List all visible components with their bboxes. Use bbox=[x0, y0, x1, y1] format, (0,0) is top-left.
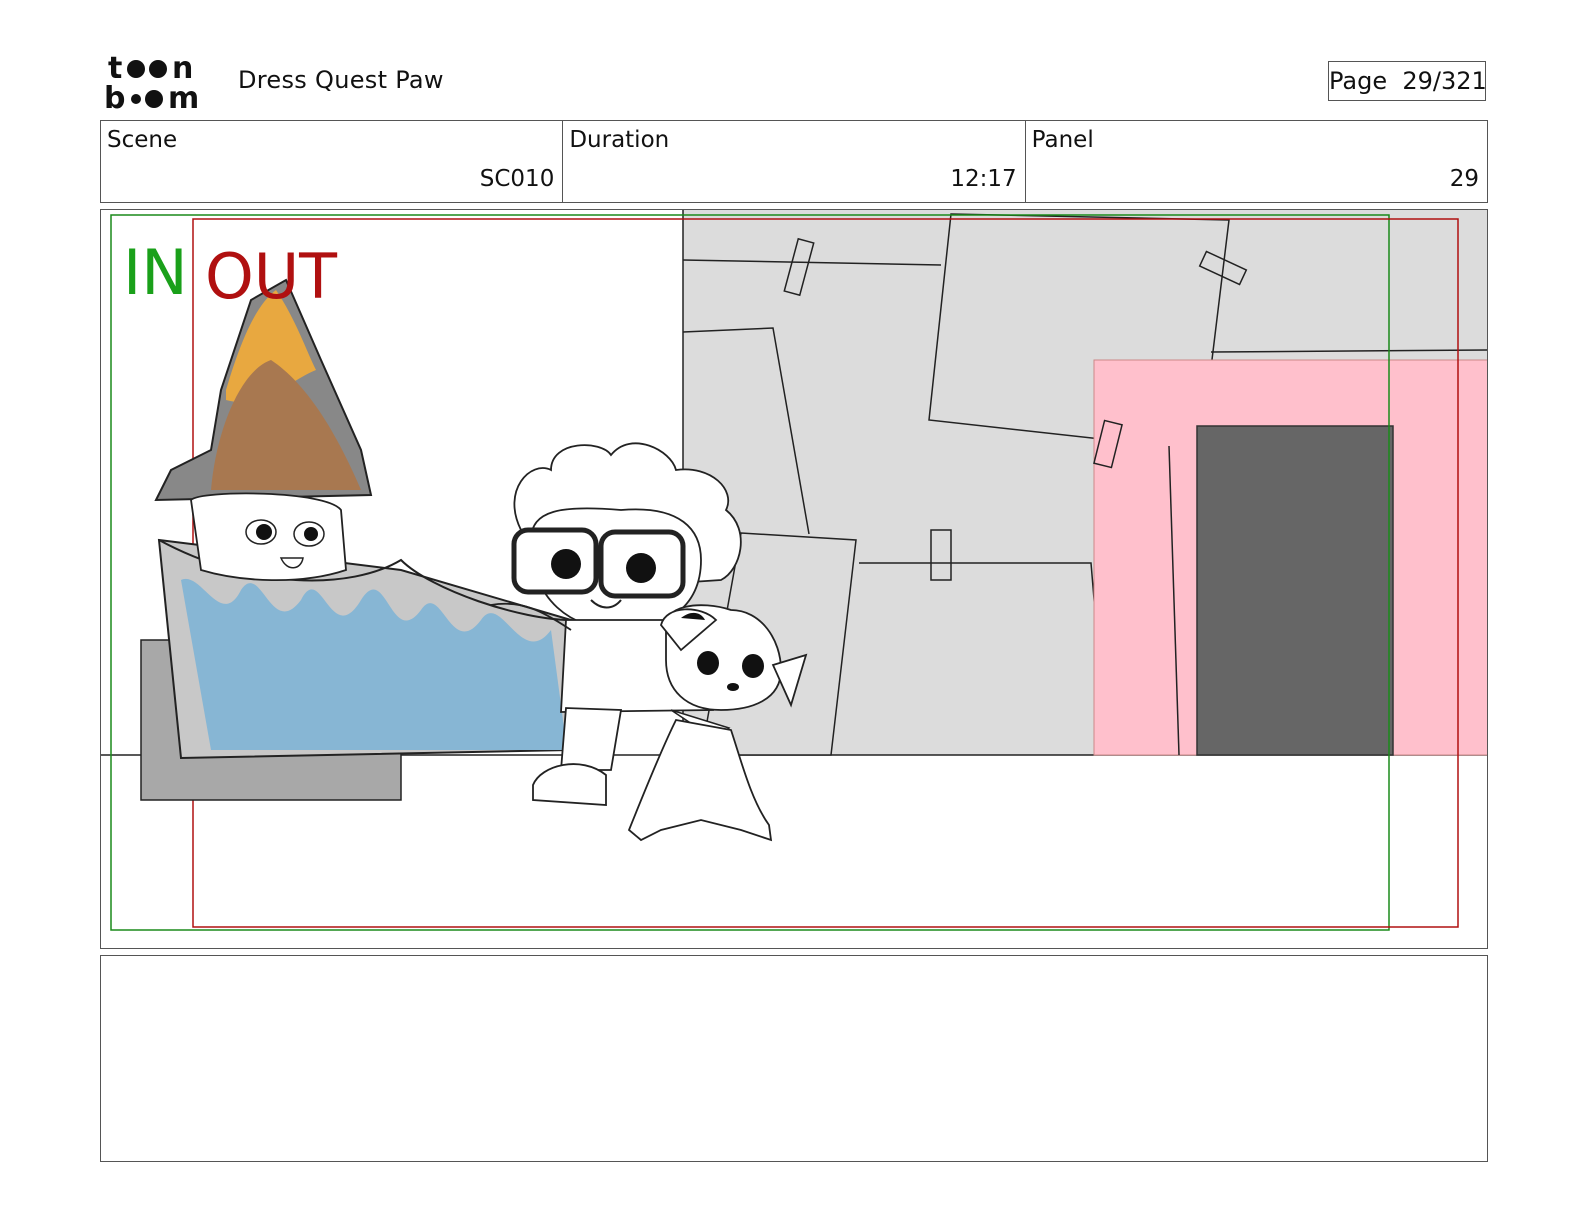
svg-text:m: m bbox=[168, 81, 199, 112]
dark-door bbox=[1196, 425, 1394, 756]
scene-label: Scene bbox=[107, 127, 178, 153]
panel-cell: Panel 29 bbox=[1026, 121, 1487, 202]
out-label: OUT bbox=[205, 240, 338, 313]
panel-label: Panel bbox=[1031, 127, 1094, 153]
project-title: Dress Quest Paw bbox=[238, 66, 444, 94]
duration-value: 12:17 bbox=[950, 166, 1017, 192]
duration-cell: Duration 12:17 bbox=[563, 121, 1026, 202]
storyboard-panel: IN OUT bbox=[100, 209, 1488, 949]
scene-cell: Scene SC010 bbox=[101, 121, 564, 202]
panel-info-table: Scene SC010 Duration 12:17 Panel 29 bbox=[100, 120, 1488, 203]
in-label: IN bbox=[123, 236, 188, 309]
panel-drawing: IN OUT bbox=[101, 210, 1487, 931]
panel-notes-box[interactable] bbox=[100, 955, 1488, 1162]
panel-value: 29 bbox=[1449, 166, 1479, 192]
svg-text:b: b bbox=[104, 81, 125, 112]
duration-label: Duration bbox=[569, 127, 670, 153]
toon-boom-logo: t n b m bbox=[104, 52, 199, 112]
page-indicator: Page 29/321 bbox=[1328, 61, 1487, 101]
scene-value: SC010 bbox=[479, 166, 555, 192]
